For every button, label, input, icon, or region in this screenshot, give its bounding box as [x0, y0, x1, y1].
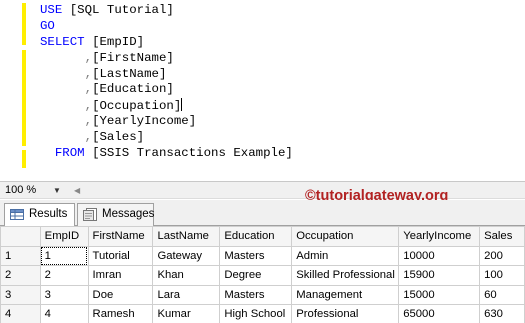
change-marker-bar [22, 50, 26, 146]
table-cell[interactable]: Admin [291, 245, 400, 266]
code-line[interactable]: ,[LastName] [40, 67, 293, 83]
tab-results-label: Results [29, 208, 68, 220]
table-cell[interactable]: 1 [39, 245, 89, 266]
table-row[interactable]: 2 2 Imran Khan Degree Skilled Profession… [0, 265, 525, 286]
zoom-value: 100 % [5, 184, 37, 196]
sql-token: , [40, 130, 93, 145]
code-line[interactable]: ,[Occupation] [40, 98, 293, 114]
table-cell[interactable]: Management [291, 284, 400, 305]
table-cell[interactable]: High School [219, 304, 293, 323]
table-cell[interactable]: 10000 [398, 245, 481, 266]
grid-icon [10, 209, 24, 220]
tab-messages-label: Messages [102, 208, 155, 220]
sql-keyword: USE [40, 3, 70, 17]
chevron-down-icon[interactable]: ▼ [53, 183, 61, 198]
sql-token: [Education] [92, 82, 174, 97]
table-cell[interactable]: 60 [479, 284, 525, 305]
table-cell[interactable]: Lara [152, 284, 221, 305]
text-caret [181, 98, 183, 112]
column-header[interactable]: Occupation [291, 226, 400, 247]
table-cell[interactable]: Kumar [152, 304, 221, 323]
column-header[interactable]: EmpID [39, 226, 89, 247]
code-line[interactable]: GO [40, 19, 293, 35]
sql-token: , [40, 82, 93, 97]
sql-token: [EmpID] [92, 34, 145, 49]
change-marker-bar [22, 150, 26, 168]
tab-results[interactable]: Results [4, 203, 75, 227]
code-line[interactable]: ,[YearlyIncome] [40, 114, 293, 130]
column-header[interactable]: FirstName [87, 226, 154, 247]
table-row[interactable]: 1 1 Tutorial Gateway Masters Admin 10000… [0, 245, 525, 266]
table-cell[interactable]: Professional [291, 304, 400, 323]
table-cell[interactable]: Masters [219, 284, 293, 305]
code-line[interactable]: SELECT [EmpID] [40, 35, 293, 51]
tab-messages[interactable]: Messages [77, 203, 154, 226]
table-cell[interactable]: 630 [479, 304, 525, 323]
table-cell[interactable]: Imran [87, 265, 154, 286]
sql-token: , [40, 99, 93, 114]
table-cell[interactable]: 100 [479, 265, 525, 286]
table-cell[interactable]: 65000 [398, 304, 481, 323]
messages-icon [83, 208, 97, 221]
table-cell[interactable]: Skilled Professional [291, 265, 400, 286]
sql-token: [LastName] [92, 66, 167, 81]
table-cell[interactable]: 200 [479, 245, 525, 266]
table-row[interactable]: 3 3 Doe Lara Masters Management 15000 60 [0, 284, 525, 305]
table-cell[interactable]: Degree [219, 265, 293, 286]
code-line[interactable]: USE [SQL Tutorial] [40, 3, 293, 19]
sql-token: [FirstName] [92, 50, 174, 65]
row-number[interactable]: 3 [0, 284, 41, 305]
table-cell[interactable]: Gateway [152, 245, 221, 266]
row-number[interactable]: 2 [0, 265, 41, 286]
sql-token: [Occupation] [92, 99, 182, 114]
results-tab-strip: Results Messages [0, 200, 525, 227]
code-line[interactable]: ,[FirstName] [40, 51, 293, 67]
table-cell[interactable]: 15900 [398, 265, 481, 286]
table-cell[interactable]: Khan [152, 265, 221, 286]
code-line[interactable]: ,[Sales] [40, 130, 293, 146]
sql-token: , [40, 66, 93, 81]
sql-token: , [40, 114, 93, 129]
column-header[interactable]: LastName [152, 226, 221, 247]
table-cell[interactable]: Tutorial [87, 245, 154, 266]
column-header[interactable]: YearlyIncome [398, 226, 481, 247]
table-cell[interactable]: 4 [39, 304, 89, 323]
row-number[interactable]: 4 [0, 304, 41, 323]
code-line[interactable]: FROM [SSIS Transactions Example] [40, 146, 293, 162]
sql-keyword: GO [40, 18, 55, 33]
sql-token: [Sales] [92, 130, 145, 145]
grid-header-row: EmpID FirstName LastName Education Occup… [0, 226, 525, 247]
table-cell[interactable]: 2 [39, 265, 89, 286]
sql-keyword: SELECT [40, 34, 93, 49]
results-grid[interactable]: EmpID FirstName LastName Education Occup… [0, 226, 525, 323]
sql-code[interactable]: USE [SQL Tutorial] GO SELECT [EmpID] ,[Fir… [40, 3, 293, 162]
table-cell[interactable]: Masters [219, 245, 293, 266]
scroll-left-icon[interactable]: ◀ [74, 186, 82, 196]
sql-token: [YearlyIncome] [92, 114, 197, 129]
table-cell[interactable]: 3 [39, 284, 89, 305]
row-number[interactable]: 1 [0, 245, 41, 266]
column-header[interactable]: Sales [479, 226, 525, 247]
row-number-header[interactable] [0, 226, 41, 247]
table-cell[interactable]: Doe [87, 284, 154, 305]
column-header[interactable]: Education [219, 226, 293, 247]
sql-token: [SQL Tutorial] [69, 3, 174, 17]
sql-token: [SSIS Transactions Example] [92, 146, 293, 161]
query-editor[interactable]: USE [SQL Tutorial] GO SELECT [EmpID] ,[Fir… [0, 0, 525, 181]
change-marker-bar [22, 3, 26, 45]
sql-keyword: FROM [40, 146, 93, 161]
zoom-select[interactable]: 100 % ▼ [3, 183, 63, 198]
table-cell[interactable]: Ramesh [87, 304, 154, 323]
table-row[interactable]: 4 4 Ramesh Kumar High School Professiona… [0, 304, 525, 323]
sql-token: , [40, 50, 93, 65]
code-line[interactable]: ,[Education] [40, 82, 293, 98]
table-cell[interactable]: 15000 [398, 284, 481, 305]
